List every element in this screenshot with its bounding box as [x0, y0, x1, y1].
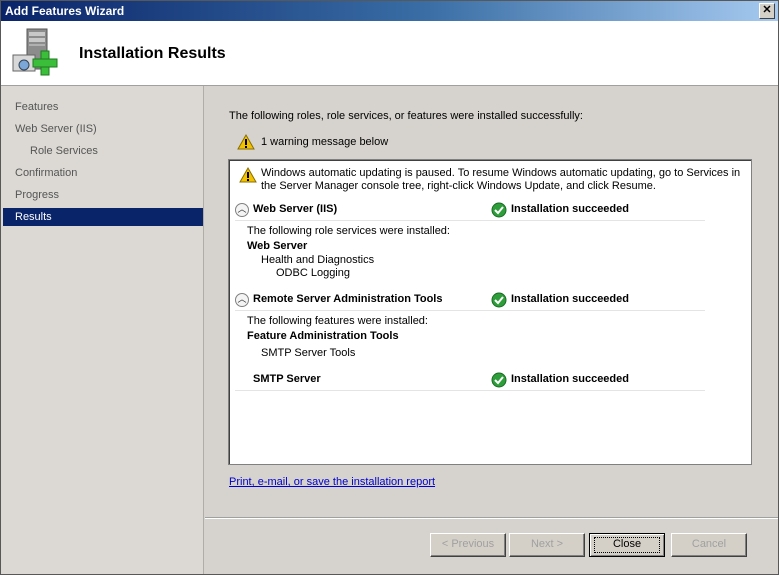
group-name: Feature Administration Tools — [247, 330, 399, 342]
installation-report-link[interactable]: Print, e-mail, or save the installation … — [229, 476, 435, 488]
cancel-button[interactable]: Cancel — [671, 533, 747, 557]
warning-icon — [237, 133, 255, 150]
main-content: The following roles, role services, or f… — [205, 86, 778, 574]
section-status: Installation succeeded — [511, 373, 629, 385]
wizard-window: Add Features Wizard ✕ Installation Resul… — [0, 0, 779, 575]
section-name: Web Server (IIS) — [253, 203, 338, 215]
section-description: The following features were installed: — [247, 315, 428, 327]
section-status: Installation succeeded — [511, 293, 629, 305]
section-header-smtp: SMTP Server Installation succeeded — [235, 372, 705, 391]
server-add-icon — [12, 28, 58, 76]
warning-count-text: 1 warning message below — [261, 136, 389, 148]
title-bar[interactable]: Add Features Wizard ✕ — [1, 1, 778, 21]
warning-icon — [239, 167, 257, 183]
focus-rectangle — [594, 537, 660, 553]
group-name: Web Server — [247, 240, 308, 252]
section-status: Installation succeeded — [511, 203, 629, 215]
wizard-steps-sidebar: Features Web Server (IIS) Role Services … — [1, 86, 204, 574]
wizard-header: Installation Results — [1, 21, 778, 86]
section-name: Remote Server Administration Tools — [253, 293, 443, 305]
sub-item: SMTP Server Tools — [261, 347, 356, 359]
sidebar-item-progress[interactable]: Progress — [3, 186, 203, 204]
success-check-icon — [491, 372, 507, 388]
next-button[interactable]: Next > — [509, 533, 585, 557]
success-check-icon — [491, 202, 507, 218]
success-check-icon — [491, 292, 507, 308]
intro-text: The following roles, role services, or f… — [229, 110, 583, 122]
page-title: Installation Results — [79, 45, 226, 62]
sub-item: Health and Diagnostics — [261, 254, 375, 266]
warning-summary: 1 warning message below — [237, 133, 388, 153]
section-header-web-server: ︿ Web Server (IIS) Installation succeede… — [235, 202, 705, 221]
collapse-chevron-icon[interactable]: ︿ — [235, 203, 249, 217]
section-description: The following role services were install… — [247, 225, 450, 237]
sidebar-item-role-services[interactable]: Role Services — [3, 142, 203, 160]
close-button[interactable]: Close — [589, 533, 665, 557]
sidebar-item-results[interactable]: Results — [3, 208, 203, 226]
section-name: SMTP Server — [253, 373, 321, 385]
sidebar-item-features[interactable]: Features — [3, 98, 203, 116]
section-header-rsat: ︿ Remote Server Administration Tools Ins… — [235, 292, 705, 311]
footer-divider — [205, 517, 778, 519]
sub-sub-item: ODBC Logging — [276, 267, 350, 279]
previous-button[interactable]: < Previous — [430, 533, 506, 557]
sidebar-item-confirmation[interactable]: Confirmation — [3, 164, 203, 182]
window-title: Add Features Wizard — [5, 4, 125, 18]
close-window-button[interactable]: ✕ — [759, 3, 775, 19]
warning-message-text: Windows automatic updating is paused. To… — [261, 167, 741, 192]
collapse-chevron-icon[interactable]: ︿ — [235, 293, 249, 307]
sidebar-item-web-server[interactable]: Web Server (IIS) — [3, 120, 203, 138]
results-panel[interactable]: Windows automatic updating is paused. To… — [228, 159, 752, 465]
